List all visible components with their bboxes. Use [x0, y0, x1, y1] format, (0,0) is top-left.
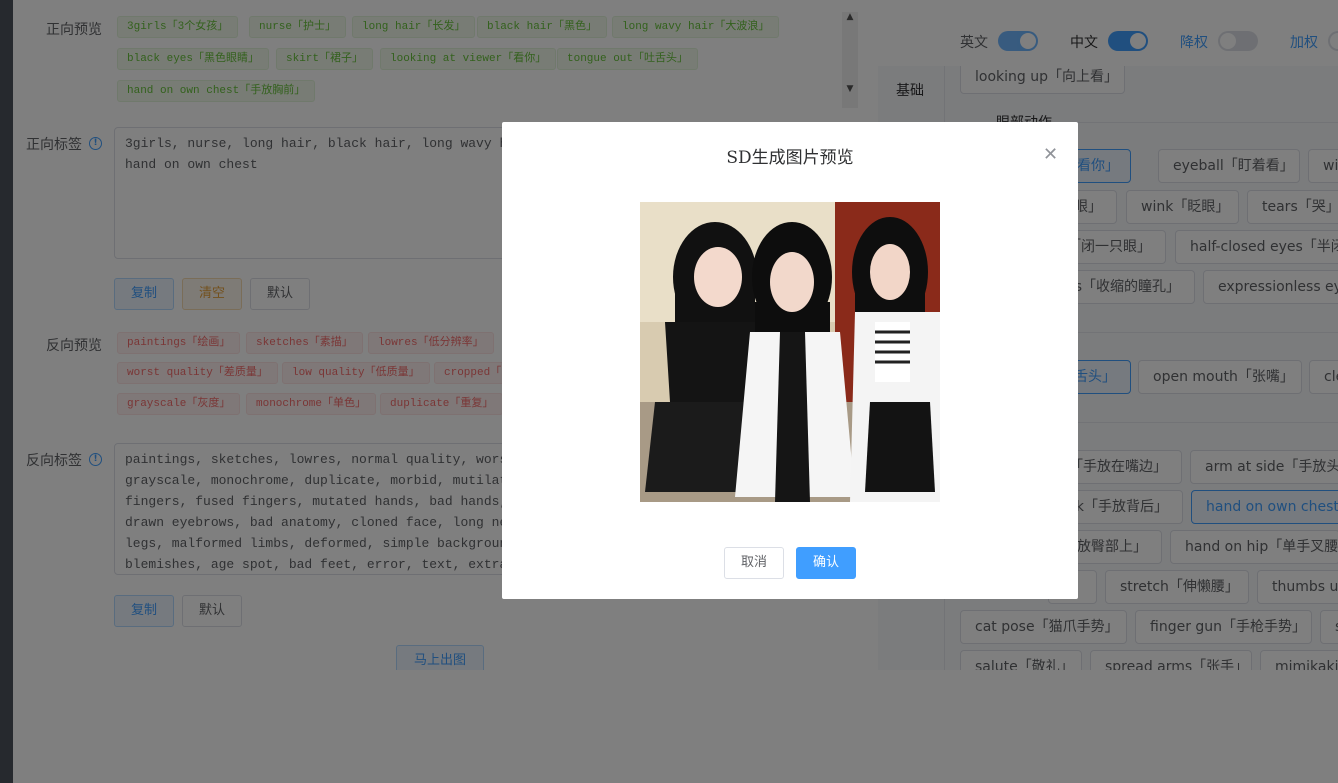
dialog-title: SD生成图片预览 — [726, 148, 854, 168]
generated-image — [640, 202, 940, 502]
close-icon[interactable]: ✕ — [1043, 144, 1058, 165]
cancel-button[interactable]: 取消 — [724, 547, 784, 579]
confirm-button[interactable]: 确认 — [796, 547, 856, 579]
preview-dialog: SD生成图片预览 ✕ 取消 确认 — [502, 122, 1078, 599]
